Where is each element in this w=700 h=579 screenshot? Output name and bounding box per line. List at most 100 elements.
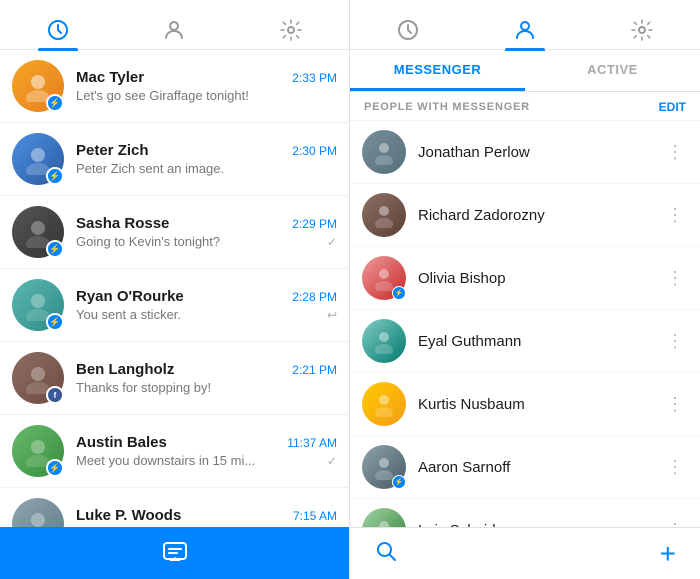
people-more-3[interactable]: ⋮ [662, 268, 688, 289]
add-button[interactable]: + [660, 540, 676, 568]
people-name-3: Olivia Bishop [418, 270, 662, 287]
people-more-2[interactable]: ⋮ [662, 205, 688, 226]
conv-message-6: Meet you downstairs in 15 mi... [76, 453, 255, 468]
avatar-wrapper-7: ⚡ [12, 498, 64, 527]
conv-time-2: 2:30 PM [292, 144, 337, 158]
conv-status-4: ↩ [327, 308, 337, 322]
left-compose-bar[interactable] [0, 527, 349, 579]
people-name-2: Richard Zadorozny [418, 207, 662, 224]
avatar-wrapper-4: ⚡ [12, 279, 64, 331]
conversation-item-7[interactable]: ⚡ Luke P. Woods 7:15 AM I think you shou… [0, 488, 349, 527]
conv-time-6: 11:37 AM [287, 436, 337, 450]
conv-name-5: Ben Langholz [76, 361, 174, 378]
conversation-item-2[interactable]: ⚡ Peter Zich 2:30 PM Peter Zich sent an … [0, 123, 349, 196]
search-button[interactable] [374, 539, 398, 568]
conv-name-3: Sasha Rosse [76, 215, 169, 232]
people-avatar-wrapper-3: ⚡ [362, 256, 406, 300]
conversation-list: ⚡ Mac Tyler 2:33 PM Let's go see Giraffa… [0, 50, 349, 527]
conv-time-5: 2:21 PM [292, 363, 337, 377]
tab-active[interactable]: ACTIVE [525, 50, 700, 91]
people-name-5: Kurtis Nusbaum [418, 396, 662, 413]
people-item-6[interactable]: ⚡ Aaron Sarnoff ⋮ [350, 436, 700, 499]
conv-status-6: ✓ [327, 454, 337, 468]
right-panel: MESSENGER ACTIVE PEOPLE WITH MESSENGER E… [350, 0, 700, 579]
people-badge-3: ⚡ [392, 286, 406, 300]
conversation-item-5[interactable]: f Ben Langholz 2:21 PM Thanks for stoppi… [0, 342, 349, 415]
left-tab-people[interactable] [154, 10, 194, 50]
conv-message-3: Going to Kevin's tonight? [76, 234, 220, 249]
people-list: Jonathan Perlow ⋮ Richard Zadorozny ⋮ ⚡ … [350, 121, 700, 527]
people-item-2[interactable]: Richard Zadorozny ⋮ [350, 184, 700, 247]
people-more-7[interactable]: ⋮ [662, 520, 688, 528]
avatar-wrapper-1: ⚡ [12, 60, 64, 112]
conv-content-6: Austin Bales 11:37 AM Meet you downstair… [76, 434, 337, 468]
conv-status-3: ✓ [327, 235, 337, 249]
conv-content-4: Ryan O'Rourke 2:28 PM You sent a sticker… [76, 288, 337, 322]
avatar-wrapper-2: ⚡ [12, 133, 64, 185]
people-item-5[interactable]: Kurtis Nusbaum ⋮ [350, 373, 700, 436]
avatar-wrapper-3: ⚡ [12, 206, 64, 258]
conv-message-2: Peter Zich sent an image. [76, 161, 224, 176]
conv-message-5: Thanks for stopping by! [76, 380, 211, 395]
avatar-wrapper-6: ⚡ [12, 425, 64, 477]
conversation-item-1[interactable]: ⚡ Mac Tyler 2:33 PM Let's go see Giraffa… [0, 50, 349, 123]
avatar-7 [12, 498, 64, 527]
conv-content-1: Mac Tyler 2:33 PM Let's go see Giraffage… [76, 69, 337, 103]
conv-content-7: Luke P. Woods 7:15 AM I think you should… [76, 507, 337, 527]
conv-content-2: Peter Zich 2:30 PM Peter Zich sent an im… [76, 142, 337, 176]
conv-time-1: 2:33 PM [292, 71, 337, 85]
people-more-6[interactable]: ⋮ [662, 457, 688, 478]
conv-content-3: Sasha Rosse 2:29 PM Going to Kevin's ton… [76, 215, 337, 249]
compose-icon [161, 539, 189, 567]
people-more-4[interactable]: ⋮ [662, 331, 688, 352]
people-item-4[interactable]: Eyal Guthmann ⋮ [350, 310, 700, 373]
conv-message-4: You sent a sticker. [76, 307, 181, 322]
conversation-item-6[interactable]: ⚡ Austin Bales 11:37 AM Meet you downsta… [0, 415, 349, 488]
people-name-7: Luiz Scheidegger [418, 522, 662, 528]
left-panel: ⚡ Mac Tyler 2:33 PM Let's go see Giraffa… [0, 0, 350, 579]
conv-time-3: 2:29 PM [292, 217, 337, 231]
conv-content-5: Ben Langholz 2:21 PM Thanks for stopping… [76, 361, 337, 395]
people-avatar-4 [362, 319, 406, 363]
people-avatar-wrapper-6: ⚡ [362, 445, 406, 489]
right-tab-people[interactable] [505, 10, 545, 50]
people-item-3[interactable]: ⚡ Olivia Bishop ⋮ [350, 247, 700, 310]
people-section-label: PEOPLE WITH MESSENGER [364, 101, 530, 113]
badge-1: ⚡ [46, 94, 64, 112]
people-name-4: Eyal Guthmann [418, 333, 662, 350]
people-name-6: Aaron Sarnoff [418, 459, 662, 476]
people-item-1[interactable]: Jonathan Perlow ⋮ [350, 121, 700, 184]
conversation-item-3[interactable]: ⚡ Sasha Rosse 2:29 PM Going to Kevin's t… [0, 196, 349, 269]
right-bottom-bar: + [350, 527, 700, 579]
people-avatar-1 [362, 130, 406, 174]
conversation-item-4[interactable]: ⚡ Ryan O'Rourke 2:28 PM You sent a stick… [0, 269, 349, 342]
people-more-5[interactable]: ⋮ [662, 394, 688, 415]
right-tab-settings[interactable] [622, 10, 662, 50]
people-avatar-7 [362, 508, 406, 527]
people-name-1: Jonathan Perlow [418, 144, 662, 161]
right-tab-messages[interactable] [388, 10, 428, 50]
badge-2: ⚡ [46, 167, 64, 185]
people-section-header: PEOPLE WITH MESSENGER EDIT [350, 92, 700, 121]
edit-button[interactable]: EDIT [659, 100, 686, 114]
conv-name-7: Luke P. Woods [76, 507, 181, 524]
conv-time-7: 7:15 AM [293, 509, 337, 523]
badge-3: ⚡ [46, 240, 64, 258]
conv-message-1: Let's go see Giraffage tonight! [76, 88, 249, 103]
people-avatar-2 [362, 193, 406, 237]
people-badge-6: ⚡ [392, 475, 406, 489]
tab-messenger[interactable]: MESSENGER [350, 50, 525, 91]
badge-5: f [46, 386, 64, 404]
conv-name-6: Austin Bales [76, 434, 167, 451]
conv-name-1: Mac Tyler [76, 69, 144, 86]
people-more-1[interactable]: ⋮ [662, 142, 688, 163]
people-item-7[interactable]: Luiz Scheidegger ⋮ [350, 499, 700, 527]
search-icon [374, 539, 398, 563]
left-tab-settings[interactable] [271, 10, 311, 50]
conv-name-4: Ryan O'Rourke [76, 288, 184, 305]
left-header [0, 0, 349, 50]
left-tab-messages[interactable] [38, 10, 78, 50]
badge-4: ⚡ [46, 313, 64, 331]
right-tab-bar: MESSENGER ACTIVE [350, 50, 700, 92]
conv-message-7: I think you should come with... [76, 526, 250, 527]
